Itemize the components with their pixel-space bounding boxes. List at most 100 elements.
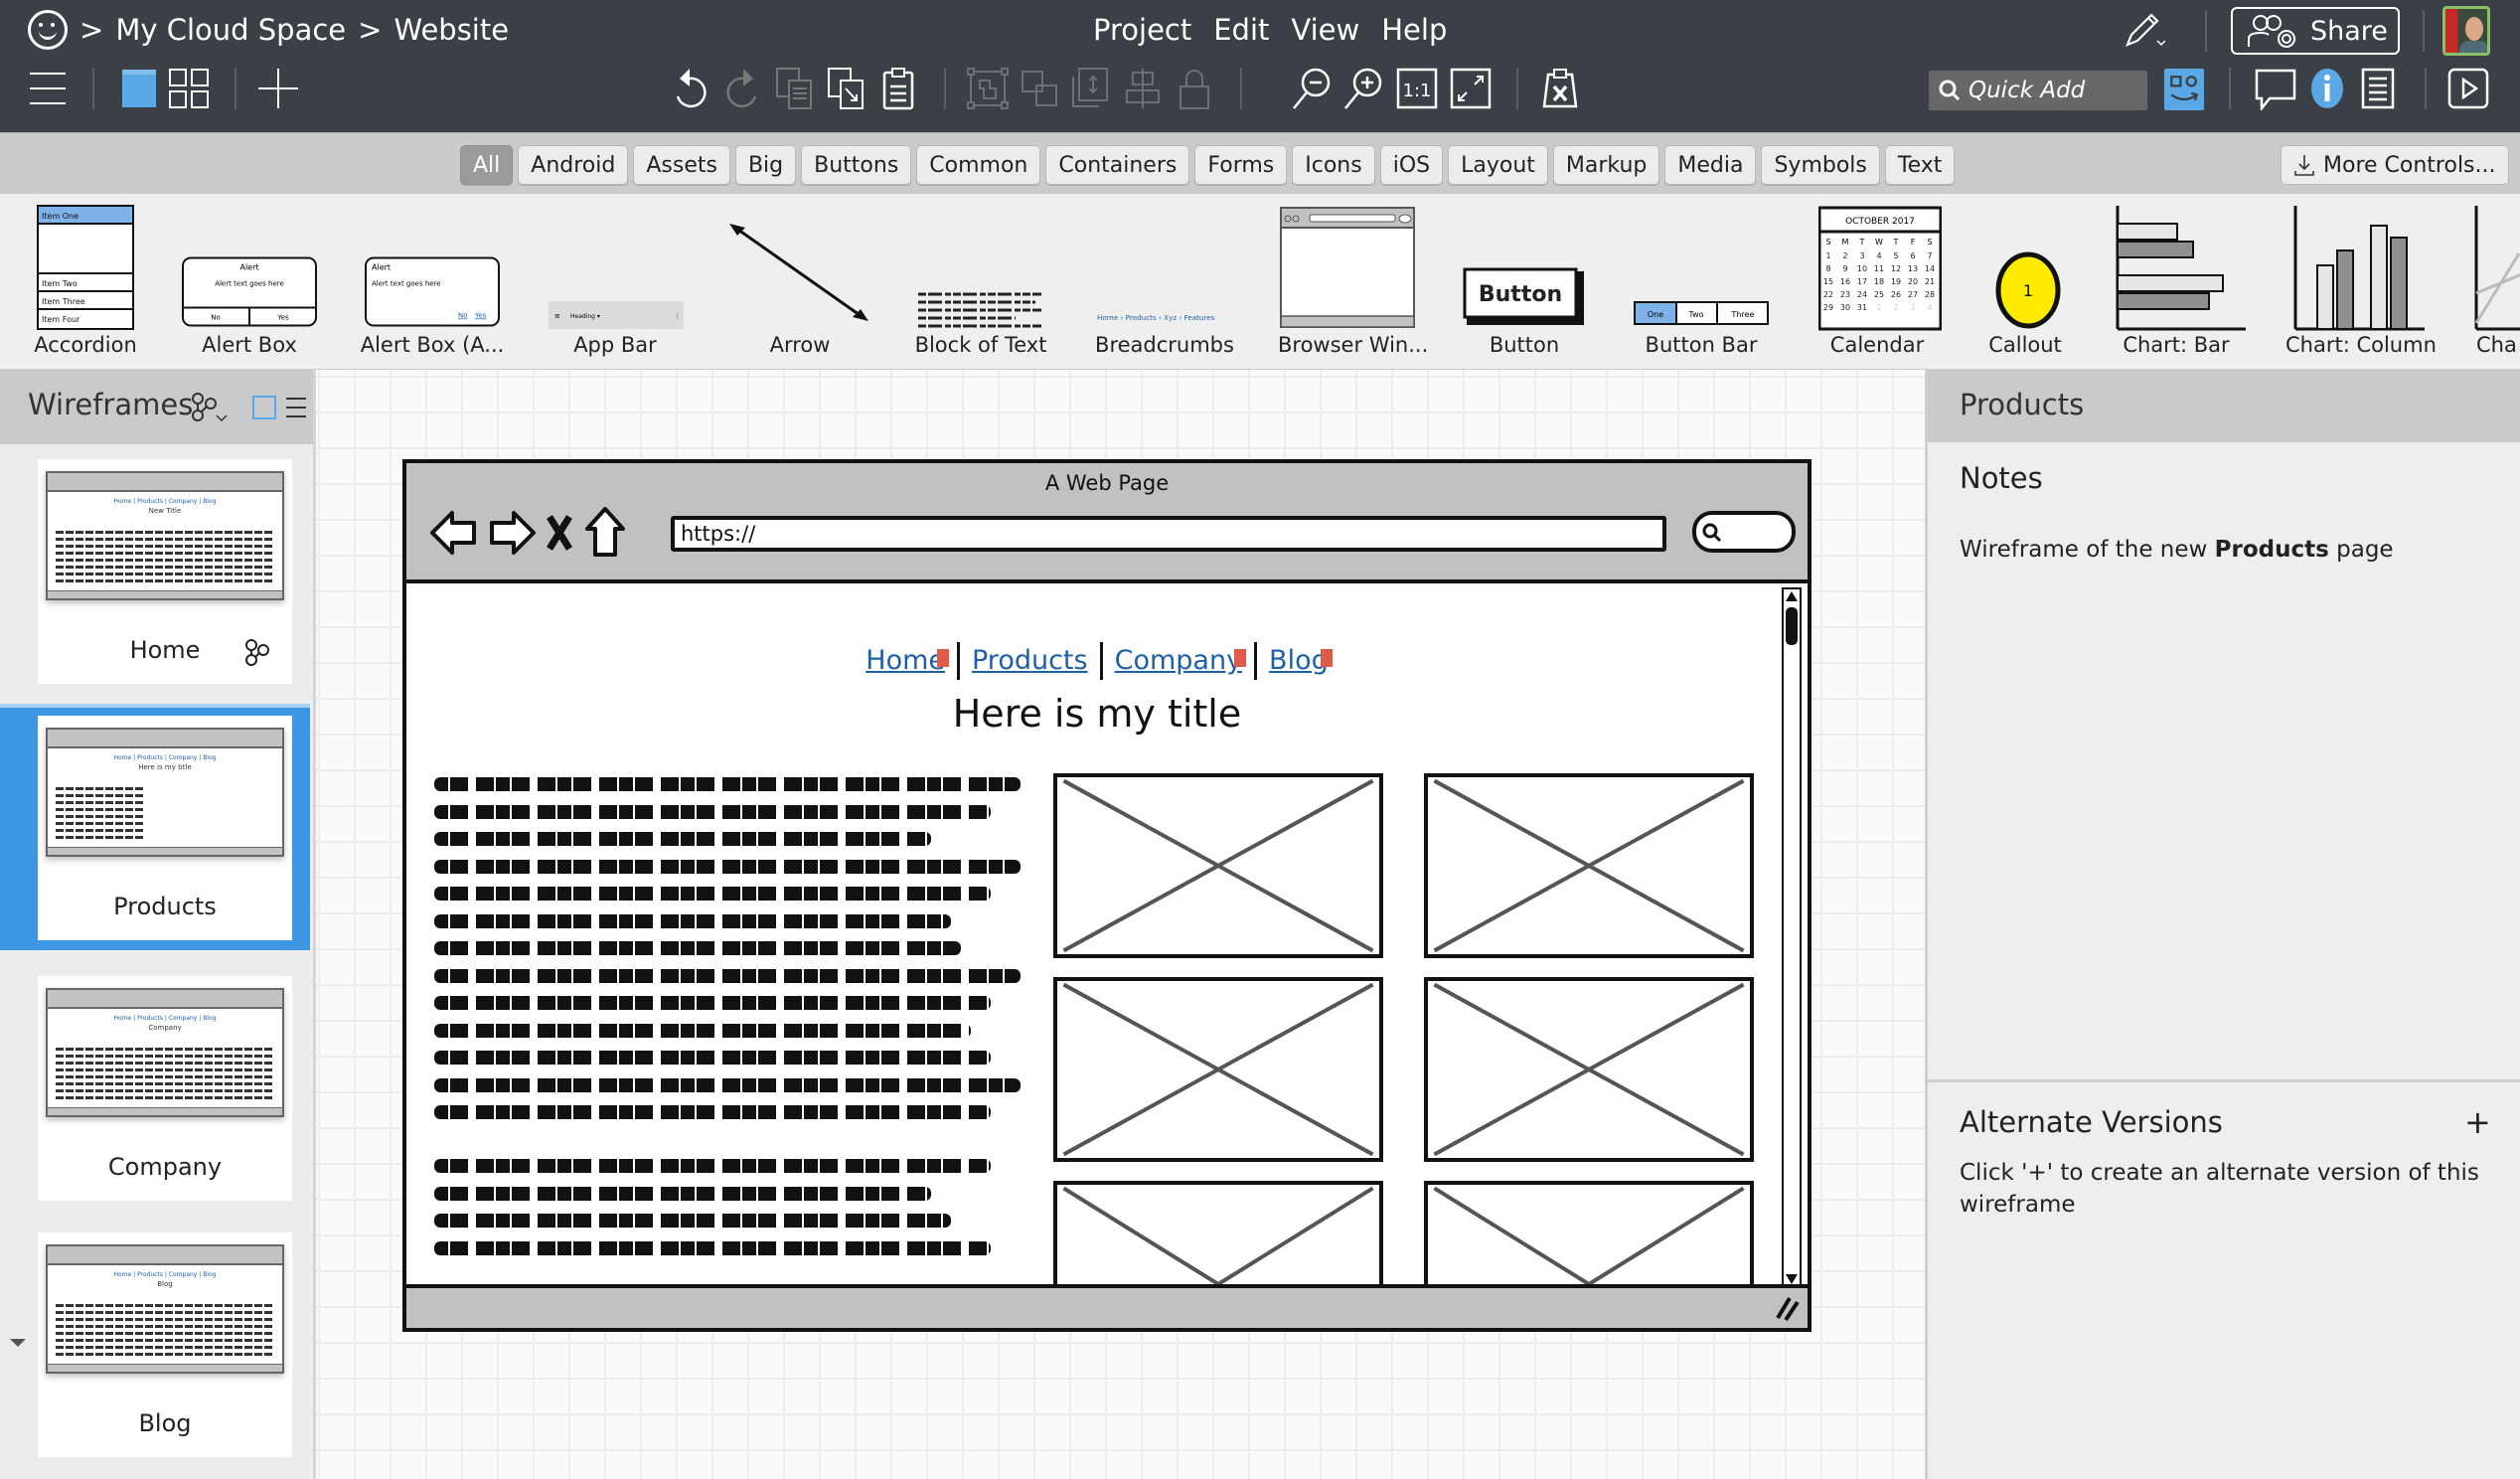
- present-button[interactable]: [2446, 66, 2490, 111]
- image-placeholder[interactable]: [1053, 977, 1383, 1162]
- image-placeholder[interactable]: [1424, 977, 1754, 1162]
- nav-link-home[interactable]: Home: [866, 645, 949, 676]
- wireframe-item-home[interactable]: Home | Products | Company | Blog New Titl…: [38, 459, 292, 684]
- component-arrow[interactable]: Arrow: [725, 194, 874, 369]
- component-alert-box[interactable]: Alert Alert text goes here No Yes Alert …: [175, 194, 324, 369]
- image-placeholder[interactable]: [1424, 773, 1754, 958]
- svg-text:S: S: [1825, 238, 1830, 246]
- ungroup-button[interactable]: [1018, 66, 1061, 111]
- duplicate-button[interactable]: [773, 66, 817, 111]
- grid-view-button[interactable]: [167, 66, 211, 111]
- filter-tab-icons[interactable]: Icons: [1292, 145, 1375, 185]
- browser-window-mockup[interactable]: A Web Page https:// Home Products Company B…: [402, 459, 1811, 1332]
- breadcrumb-space[interactable]: My Cloud Space: [115, 13, 346, 47]
- share-button[interactable]: Share: [2231, 7, 2400, 55]
- component-block-of-text[interactable]: Block of Text: [910, 194, 1051, 369]
- svg-text:Home › Products › Xyz › Featur: Home › Products › Xyz › Features: [1097, 313, 1215, 322]
- edit-mode-button[interactable]: [2122, 6, 2165, 52]
- wireframe-item-products[interactable]: Home | Products | Company | Blog Here is …: [38, 716, 292, 940]
- filter-tab-containers[interactable]: Containers: [1045, 145, 1190, 185]
- actual-size-button[interactable]: 1:1: [1395, 66, 1439, 111]
- scrollbar[interactable]: [1782, 587, 1802, 1288]
- menu-edit[interactable]: Edit: [1213, 13, 1269, 47]
- quick-add-input[interactable]: [1969, 78, 2137, 103]
- info-button[interactable]: [2305, 66, 2349, 111]
- align-button[interactable]: [1121, 66, 1165, 111]
- resize-grip-icon[interactable]: [1772, 1294, 1800, 1322]
- component-chart-column[interactable]: Chart: Column: [2285, 194, 2437, 369]
- filter-tab-android[interactable]: Android: [518, 145, 629, 185]
- arrange-button[interactable]: [1069, 66, 1113, 111]
- filter-tab-buttons[interactable]: Buttons: [801, 145, 912, 185]
- filter-tab-big[interactable]: Big: [734, 145, 797, 185]
- wireframe-item-blog[interactable]: Home | Products | Company | Blog Blog Blog: [38, 1232, 292, 1457]
- comments-button[interactable]: [2254, 66, 2297, 111]
- filter-tab-common[interactable]: Common: [916, 145, 1041, 185]
- component-alert-box-android[interactable]: Alert Alert text goes here No Yes Alert …: [358, 194, 507, 369]
- browser-toolbar: A Web Page https://: [406, 463, 1808, 583]
- assets-button[interactable]: [2164, 69, 2204, 110]
- url-field[interactable]: https://: [671, 516, 1666, 552]
- filter-tab-ios[interactable]: iOS: [1379, 145, 1444, 185]
- wireframe-item-company[interactable]: Home | Products | Company | Blog Company C…: [38, 976, 292, 1201]
- component-chart-line[interactable]: Cha: [2470, 194, 2520, 369]
- image-placeholder-x-icon: [1428, 981, 1750, 1158]
- lock-button[interactable]: [1173, 66, 1216, 111]
- component-library: Item One Item Two Item Three Item Four A…: [0, 194, 2520, 370]
- component-button-bar[interactable]: One Two Three Button Bar: [1632, 194, 1771, 369]
- scroll-thumb: [1786, 607, 1798, 645]
- add-alternate-version-button[interactable]: +: [2464, 1103, 2491, 1141]
- redo-button[interactable]: [721, 66, 765, 111]
- component-callout[interactable]: 1 Callout: [1977, 194, 2073, 369]
- component-button[interactable]: Button Button: [1461, 194, 1588, 369]
- zoom-in-button[interactable]: [1341, 66, 1385, 111]
- component-browser-window[interactable]: Browser Win...: [1278, 194, 1428, 369]
- nav-link-products[interactable]: Products: [972, 645, 1088, 676]
- component-chart-bar[interactable]: Chart: Bar: [2107, 194, 2246, 369]
- svg-text:30: 30: [1840, 303, 1850, 312]
- more-controls-button[interactable]: More Controls...: [2281, 145, 2509, 185]
- component-app-bar[interactable]: ≡ Heading ▾ ⋮ App Bar: [545, 194, 686, 369]
- filter-tab-symbols[interactable]: Symbols: [1761, 145, 1880, 185]
- filter-tab-assets[interactable]: Assets: [633, 145, 730, 185]
- collapse-caret-icon[interactable]: [10, 1339, 26, 1347]
- hamburger-menu-button[interactable]: [26, 66, 70, 111]
- nav-link-blog[interactable]: Blog: [1269, 645, 1333, 676]
- link-map-icon[interactable]: [242, 638, 270, 666]
- clear-clipboard-button[interactable]: [1538, 66, 1582, 111]
- menu-view[interactable]: View: [1291, 13, 1359, 47]
- filter-tab-markup[interactable]: Markup: [1552, 145, 1660, 185]
- zoom-out-button[interactable]: [1290, 66, 1334, 111]
- single-view-button[interactable]: [115, 66, 159, 111]
- clipboard-button[interactable]: [876, 66, 920, 111]
- properties-button[interactable]: [2357, 66, 2401, 111]
- undo-button[interactable]: [668, 66, 711, 111]
- filter-tab-layout[interactable]: Layout: [1448, 145, 1548, 185]
- paste-special-button[interactable]: [825, 66, 868, 111]
- group-button[interactable]: [966, 66, 1010, 111]
- filter-tab-forms[interactable]: Forms: [1194, 145, 1288, 185]
- image-placeholder[interactable]: [1424, 1181, 1754, 1288]
- image-placeholder[interactable]: [1053, 773, 1383, 958]
- menu-help[interactable]: Help: [1381, 13, 1447, 47]
- filter-tab-text[interactable]: Text: [1884, 145, 1956, 185]
- user-avatar[interactable]: [2442, 6, 2490, 56]
- component-calendar[interactable]: OCTOBER 2017 S M T W T F S 1 2 3 4 5 6 7 8 9 10 11 12 13 14 1…: [1814, 194, 1942, 369]
- menu-project[interactable]: Project: [1093, 13, 1191, 47]
- link-map-icon[interactable]: [189, 392, 231, 423]
- smiley-logo-icon[interactable]: [28, 10, 68, 50]
- breadcrumb-project[interactable]: Website: [394, 13, 509, 47]
- nav-link-company[interactable]: Company: [1115, 645, 1247, 676]
- thumbnail-view-button[interactable]: [252, 396, 276, 419]
- filter-tab-media[interactable]: Media: [1664, 145, 1757, 185]
- add-wireframe-button[interactable]: [256, 66, 300, 111]
- notes-text[interactable]: Wireframe of the new Products page: [1960, 537, 2394, 563]
- component-breadcrumbs[interactable]: Home › Products › Xyz › Features Breadcr…: [1093, 194, 1236, 369]
- browser-search-field[interactable]: [1692, 511, 1796, 553]
- filter-tab-all[interactable]: All: [460, 145, 514, 185]
- list-view-icon[interactable]: [284, 396, 308, 419]
- quick-add-field[interactable]: [1929, 71, 2147, 110]
- fit-to-screen-button[interactable]: [1449, 66, 1493, 111]
- image-placeholder[interactable]: [1053, 1181, 1383, 1288]
- component-accordion[interactable]: Item One Item Two Item Three Item Four A…: [26, 194, 145, 369]
